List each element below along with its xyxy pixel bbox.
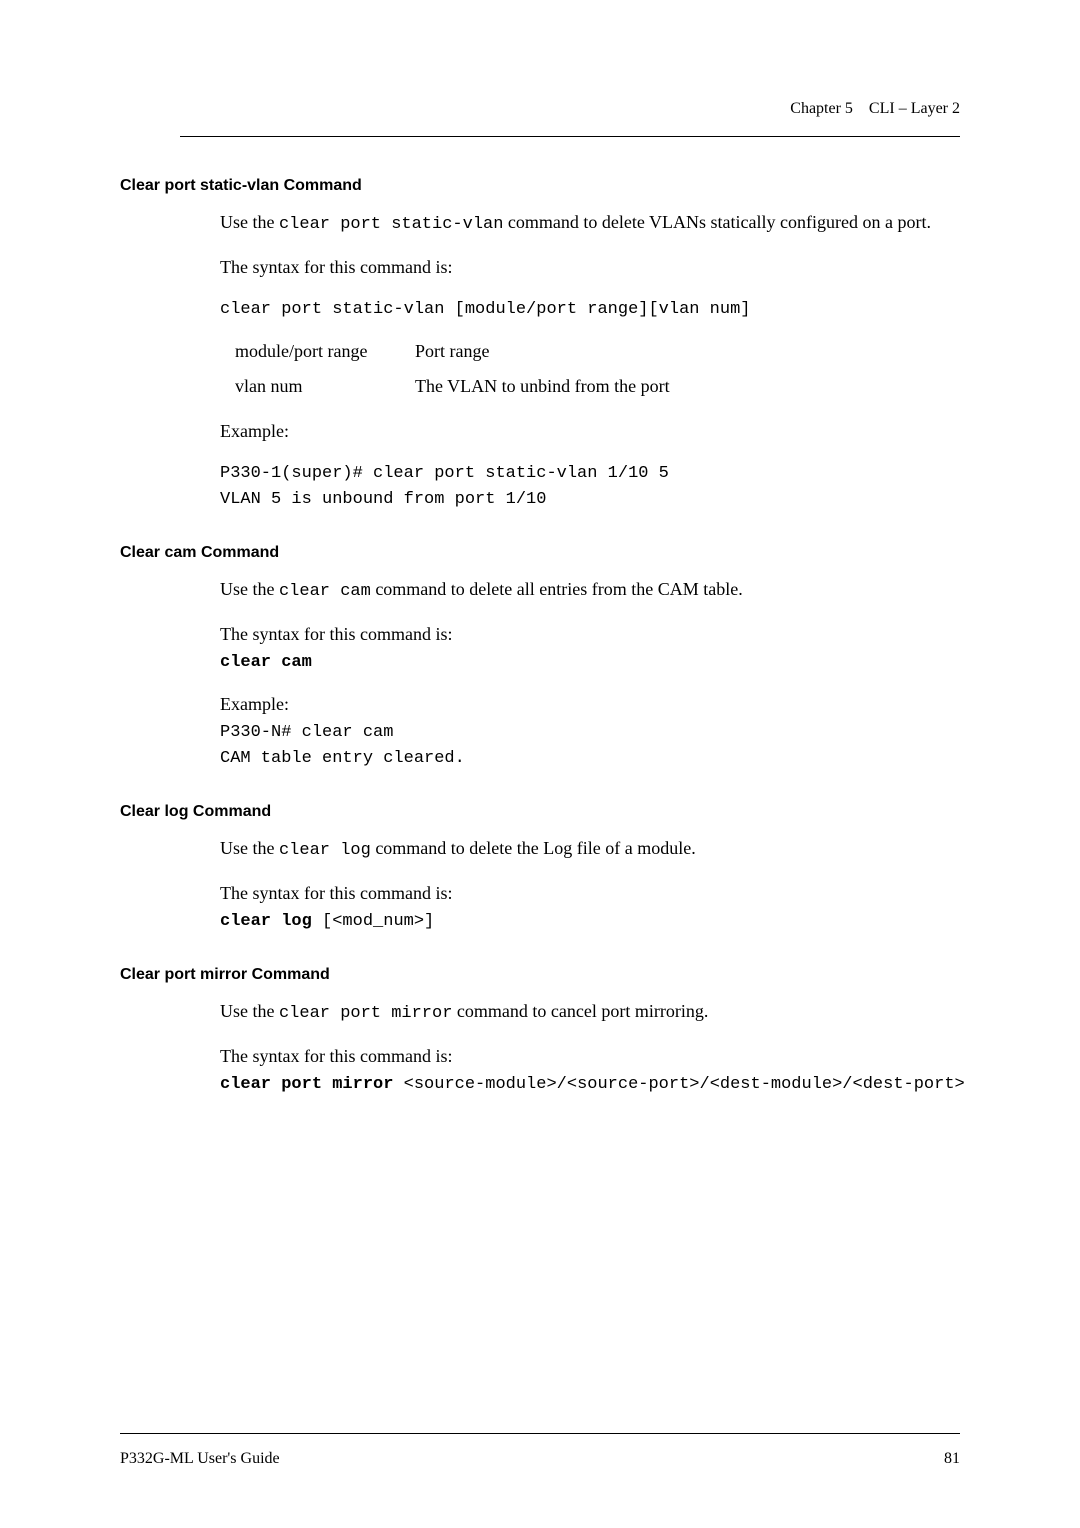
section-heading-clear-port-static-vlan: Clear port static-vlan Command — [120, 177, 960, 195]
example-code: P330-1(super)# clear port static-vlan 1/… — [220, 461, 960, 512]
syntax-rest: <source-module>/<source-port>/<dest-modu… — [393, 1075, 964, 1094]
example-label: Example: — [220, 691, 960, 718]
intro-post: command to delete VLANs statically confi… — [503, 212, 931, 232]
param-desc: The VLAN to unbind from the port — [415, 373, 670, 400]
intro-post: command to cancel port mirroring. — [452, 1001, 708, 1021]
table-row: module/port range Port range — [235, 338, 960, 365]
syntax-bold: clear log — [220, 912, 312, 931]
syntax-code: clear cam — [220, 650, 960, 676]
syntax-rest: [<mod_num>] — [312, 912, 434, 931]
footer-guide-title: P332G-ML User's Guide — [120, 1450, 280, 1468]
intro-text: Use the clear port mirror command to can… — [220, 998, 960, 1027]
intro-text: Use the clear port static-vlan command t… — [220, 209, 960, 238]
chapter-number: Chapter 5 — [790, 100, 853, 117]
table-row: vlan num The VLAN to unbind from the por… — [235, 373, 960, 400]
intro-pre: Use the — [220, 212, 279, 232]
parameters-table: module/port range Port range vlan num Th… — [235, 338, 960, 400]
intro-code: clear port mirror — [279, 1004, 452, 1023]
intro-text: Use the clear cam command to delete all … — [220, 576, 960, 605]
intro-code: clear cam — [279, 582, 371, 601]
syntax-code: clear port mirror <source-module>/<sourc… — [220, 1072, 960, 1098]
intro-pre: Use the — [220, 1001, 279, 1021]
section-heading-clear-port-mirror: Clear port mirror Command — [120, 966, 960, 984]
syntax-code: clear log [<mod_num>] — [220, 909, 960, 935]
syntax-bold: clear cam — [220, 653, 312, 672]
syntax-label: The syntax for this command is: — [220, 880, 960, 907]
syntax-label: The syntax for this command is: — [220, 1043, 960, 1070]
intro-pre: Use the — [220, 579, 279, 599]
syntax-label: The syntax for this command is: — [220, 621, 960, 648]
syntax-label: The syntax for this command is: — [220, 254, 960, 281]
section-heading-clear-log: Clear log Command — [120, 803, 960, 821]
page-header: Chapter 5 CLI – Layer 2 — [180, 100, 960, 137]
param-name: vlan num — [235, 373, 415, 400]
intro-text: Use the clear log command to delete the … — [220, 835, 960, 864]
chapter-subtitle: CLI – Layer 2 — [869, 100, 960, 117]
footer-divider — [120, 1433, 960, 1434]
syntax-bold: clear port mirror — [220, 1075, 393, 1094]
example-code: P330-N# clear cam CAM table entry cleare… — [220, 720, 960, 771]
page-footer: P332G-ML User's Guide 81 — [120, 1433, 960, 1468]
section-heading-clear-cam: Clear cam Command — [120, 544, 960, 562]
syntax-code: clear port static-vlan [module/port rang… — [220, 297, 960, 323]
intro-code: clear port static-vlan — [279, 215, 503, 234]
footer-page-number: 81 — [944, 1450, 960, 1468]
intro-post: command to delete all entries from the C… — [371, 579, 743, 599]
param-desc: Port range — [415, 338, 489, 365]
chapter-title: Chapter 5 CLI – Layer 2 — [180, 100, 960, 118]
example-label: Example: — [220, 418, 960, 445]
intro-post: command to delete the Log file of a modu… — [371, 838, 696, 858]
intro-pre: Use the — [220, 838, 279, 858]
param-name: module/port range — [235, 338, 415, 365]
header-divider — [180, 136, 960, 137]
intro-code: clear log — [279, 841, 371, 860]
footer-content: P332G-ML User's Guide 81 — [120, 1450, 960, 1468]
